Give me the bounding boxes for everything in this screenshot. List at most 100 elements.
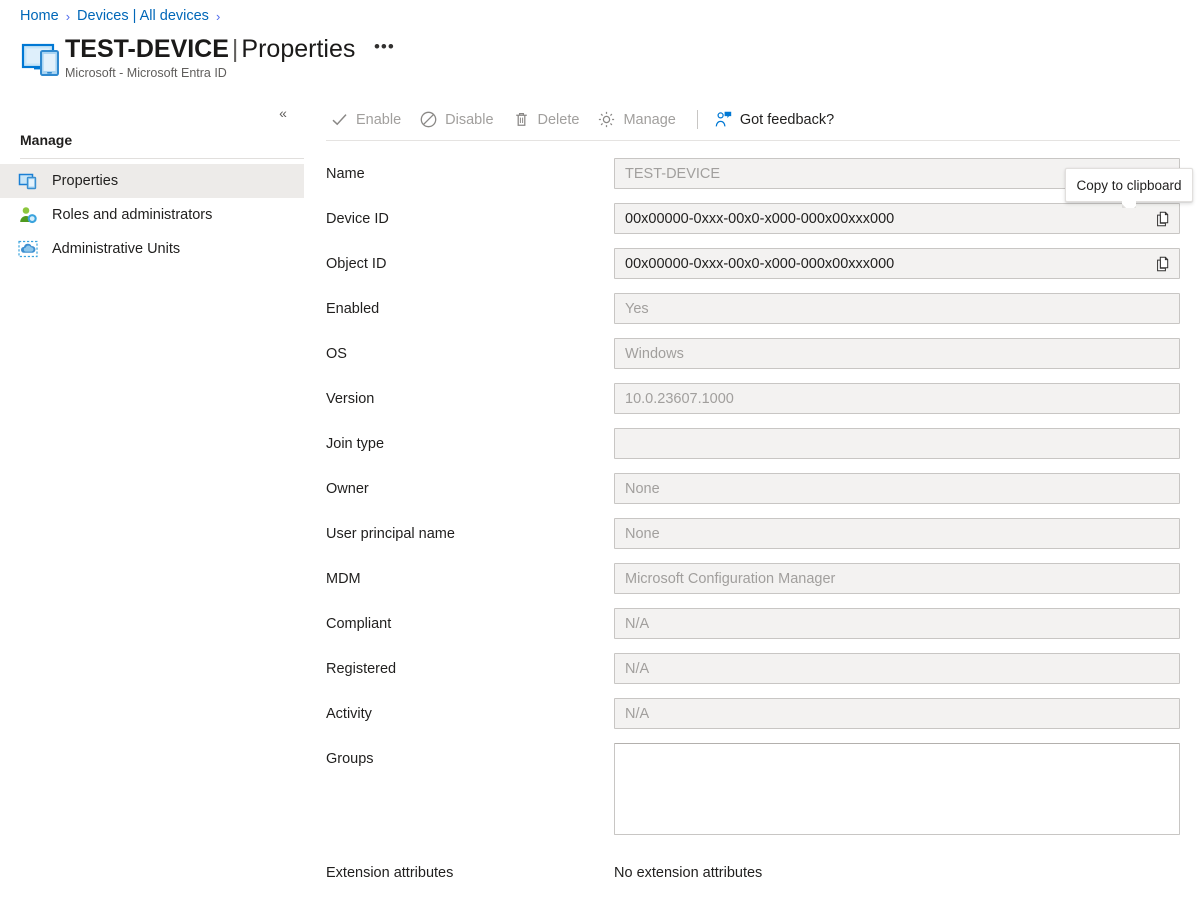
form-row-groups: Groups bbox=[326, 743, 1180, 835]
enabled-input[interactable]: Yes bbox=[614, 293, 1180, 324]
delete-button-label: Delete bbox=[538, 112, 580, 128]
collapse-sidebar-button[interactable]: « bbox=[270, 100, 296, 126]
field-value: Microsoft Configuration Manager bbox=[615, 571, 845, 587]
owner-input[interactable]: None bbox=[614, 473, 1180, 504]
roles-person-icon bbox=[18, 205, 38, 225]
page-header: TEST-DEVICE|Properties ••• Microsoft - Mi… bbox=[20, 34, 397, 80]
copy-to-clipboard-tooltip: Copy to clipboard bbox=[1065, 168, 1193, 202]
sidebar-item-label: Administrative Units bbox=[52, 241, 180, 257]
enable-button-label: Enable bbox=[356, 112, 401, 128]
more-options-button[interactable]: ••• bbox=[371, 33, 397, 59]
user-principal-name-input[interactable]: None bbox=[614, 518, 1180, 549]
field-label: Groups bbox=[326, 743, 614, 768]
page-title-section: Properties bbox=[241, 35, 355, 63]
join-type-input[interactable] bbox=[614, 428, 1180, 459]
field-label: User principal name bbox=[326, 518, 614, 543]
field-value: N/A bbox=[615, 616, 659, 632]
form-row-extension-attributes: Extension attributes No extension attrib… bbox=[326, 857, 1180, 882]
toolbar-separator bbox=[697, 110, 698, 129]
field-value: 10.0.23607.1000 bbox=[615, 391, 744, 407]
breadcrumb-separator-icon: › bbox=[216, 9, 220, 24]
breadcrumb-separator-icon: › bbox=[66, 9, 70, 24]
copy-icon bbox=[1156, 211, 1171, 227]
feedback-person-icon bbox=[714, 110, 733, 129]
check-icon bbox=[330, 110, 349, 129]
form-row-os: OS Windows bbox=[326, 338, 1180, 369]
sidebar-item-label: Properties bbox=[52, 173, 118, 189]
field-value: Windows bbox=[615, 346, 694, 362]
object-id-input[interactable]: 00x00000-0xxx-00x0-x000-000x00xxx000 bbox=[614, 248, 1180, 279]
field-label: Version bbox=[326, 383, 614, 408]
copy-icon bbox=[1156, 256, 1171, 272]
field-label: Owner bbox=[326, 473, 614, 498]
sidebar-items: Properties Roles and administrators bbox=[0, 164, 304, 266]
activity-input[interactable]: N/A bbox=[614, 698, 1180, 729]
page-subtitle: Microsoft - Microsoft Entra ID bbox=[65, 66, 397, 80]
sidebar-item-roles-and-administrators[interactable]: Roles and administrators bbox=[0, 198, 304, 232]
form-row-user-principal-name: User principal name None bbox=[326, 518, 1180, 549]
mdm-input[interactable]: Microsoft Configuration Manager bbox=[614, 563, 1180, 594]
field-label: Object ID bbox=[326, 248, 614, 273]
groups-listbox[interactable] bbox=[614, 743, 1180, 835]
form-row-name: Name TEST-DEVICE bbox=[326, 158, 1180, 189]
form-row-mdm: MDM Microsoft Configuration Manager bbox=[326, 563, 1180, 594]
field-label: Compliant bbox=[326, 608, 614, 633]
block-circle-icon bbox=[419, 110, 438, 129]
double-chevron-left-icon: « bbox=[279, 105, 287, 121]
breadcrumb-item-devices[interactable]: Devices | All devices bbox=[77, 8, 209, 24]
enable-button[interactable]: Enable bbox=[326, 103, 410, 136]
form-row-compliant: Compliant N/A bbox=[326, 608, 1180, 639]
field-label: Registered bbox=[326, 653, 614, 678]
form-row-owner: Owner None bbox=[326, 473, 1180, 504]
trash-icon bbox=[512, 110, 531, 129]
tooltip-arrow-icon bbox=[1122, 201, 1136, 208]
sidebar: « Manage Properties bbox=[0, 96, 304, 900]
sidebar-section-title: Manage bbox=[20, 132, 72, 148]
sidebar-divider bbox=[20, 158, 304, 159]
got-feedback-label: Got feedback? bbox=[740, 112, 834, 128]
field-value: None bbox=[615, 481, 670, 497]
administrative-units-cloud-icon bbox=[18, 239, 38, 259]
field-label: Name bbox=[326, 158, 614, 183]
device-id-input[interactable]: 00x00000-0xxx-00x0-x000-000x00xxx000 bbox=[614, 203, 1180, 234]
tooltip-text: Copy to clipboard bbox=[1076, 178, 1181, 193]
field-value: N/A bbox=[615, 706, 659, 722]
disable-button-label: Disable bbox=[445, 112, 493, 128]
page-title-separator: | bbox=[232, 35, 239, 63]
field-value: Yes bbox=[615, 301, 659, 317]
properties-device-icon bbox=[18, 171, 38, 191]
field-value: 00x00000-0xxx-00x0-x000-000x00xxx000 bbox=[615, 211, 928, 227]
form-row-join-type: Join type bbox=[326, 428, 1180, 459]
sidebar-item-properties[interactable]: Properties bbox=[0, 164, 304, 198]
field-label: MDM bbox=[326, 563, 614, 588]
delete-button[interactable]: Delete bbox=[508, 103, 589, 136]
sidebar-item-label: Roles and administrators bbox=[52, 207, 212, 223]
page-title: TEST-DEVICE|Properties ••• bbox=[65, 34, 397, 65]
field-label: OS bbox=[326, 338, 614, 363]
breadcrumb: Home › Devices | All devices › bbox=[20, 3, 227, 29]
os-input[interactable]: Windows bbox=[614, 338, 1180, 369]
page-title-device: TEST-DEVICE bbox=[65, 35, 229, 63]
toolbar-divider bbox=[326, 140, 1180, 141]
breadcrumb-item-home[interactable]: Home bbox=[20, 8, 59, 24]
copy-to-clipboard-button[interactable] bbox=[1148, 203, 1179, 234]
field-value: TEST-DEVICE bbox=[615, 166, 730, 182]
field-value: N/A bbox=[615, 661, 659, 677]
got-feedback-button[interactable]: Got feedback? bbox=[710, 103, 843, 136]
version-input[interactable]: 10.0.23607.1000 bbox=[614, 383, 1180, 414]
device-monitor-tablet-icon bbox=[20, 36, 64, 80]
field-label: Join type bbox=[326, 428, 614, 453]
copy-to-clipboard-button[interactable] bbox=[1148, 248, 1179, 279]
extension-attributes-value: No extension attributes bbox=[614, 857, 1180, 882]
registered-input[interactable]: N/A bbox=[614, 653, 1180, 684]
form-row-device-id: Device ID 00x00000-0xxx-00x0-x000-000x00… bbox=[326, 203, 1180, 234]
form-row-object-id: Object ID 00x00000-0xxx-00x0-x000-000x00… bbox=[326, 248, 1180, 279]
field-label: Device ID bbox=[326, 203, 614, 228]
disable-button[interactable]: Disable bbox=[415, 103, 502, 136]
field-value: 00x00000-0xxx-00x0-x000-000x00xxx000 bbox=[615, 256, 928, 272]
compliant-input[interactable]: N/A bbox=[614, 608, 1180, 639]
manage-button-label: Manage bbox=[623, 112, 675, 128]
manage-button[interactable]: Manage bbox=[593, 103, 684, 136]
sidebar-item-administrative-units[interactable]: Administrative Units bbox=[0, 232, 304, 266]
field-label: Enabled bbox=[326, 293, 614, 318]
